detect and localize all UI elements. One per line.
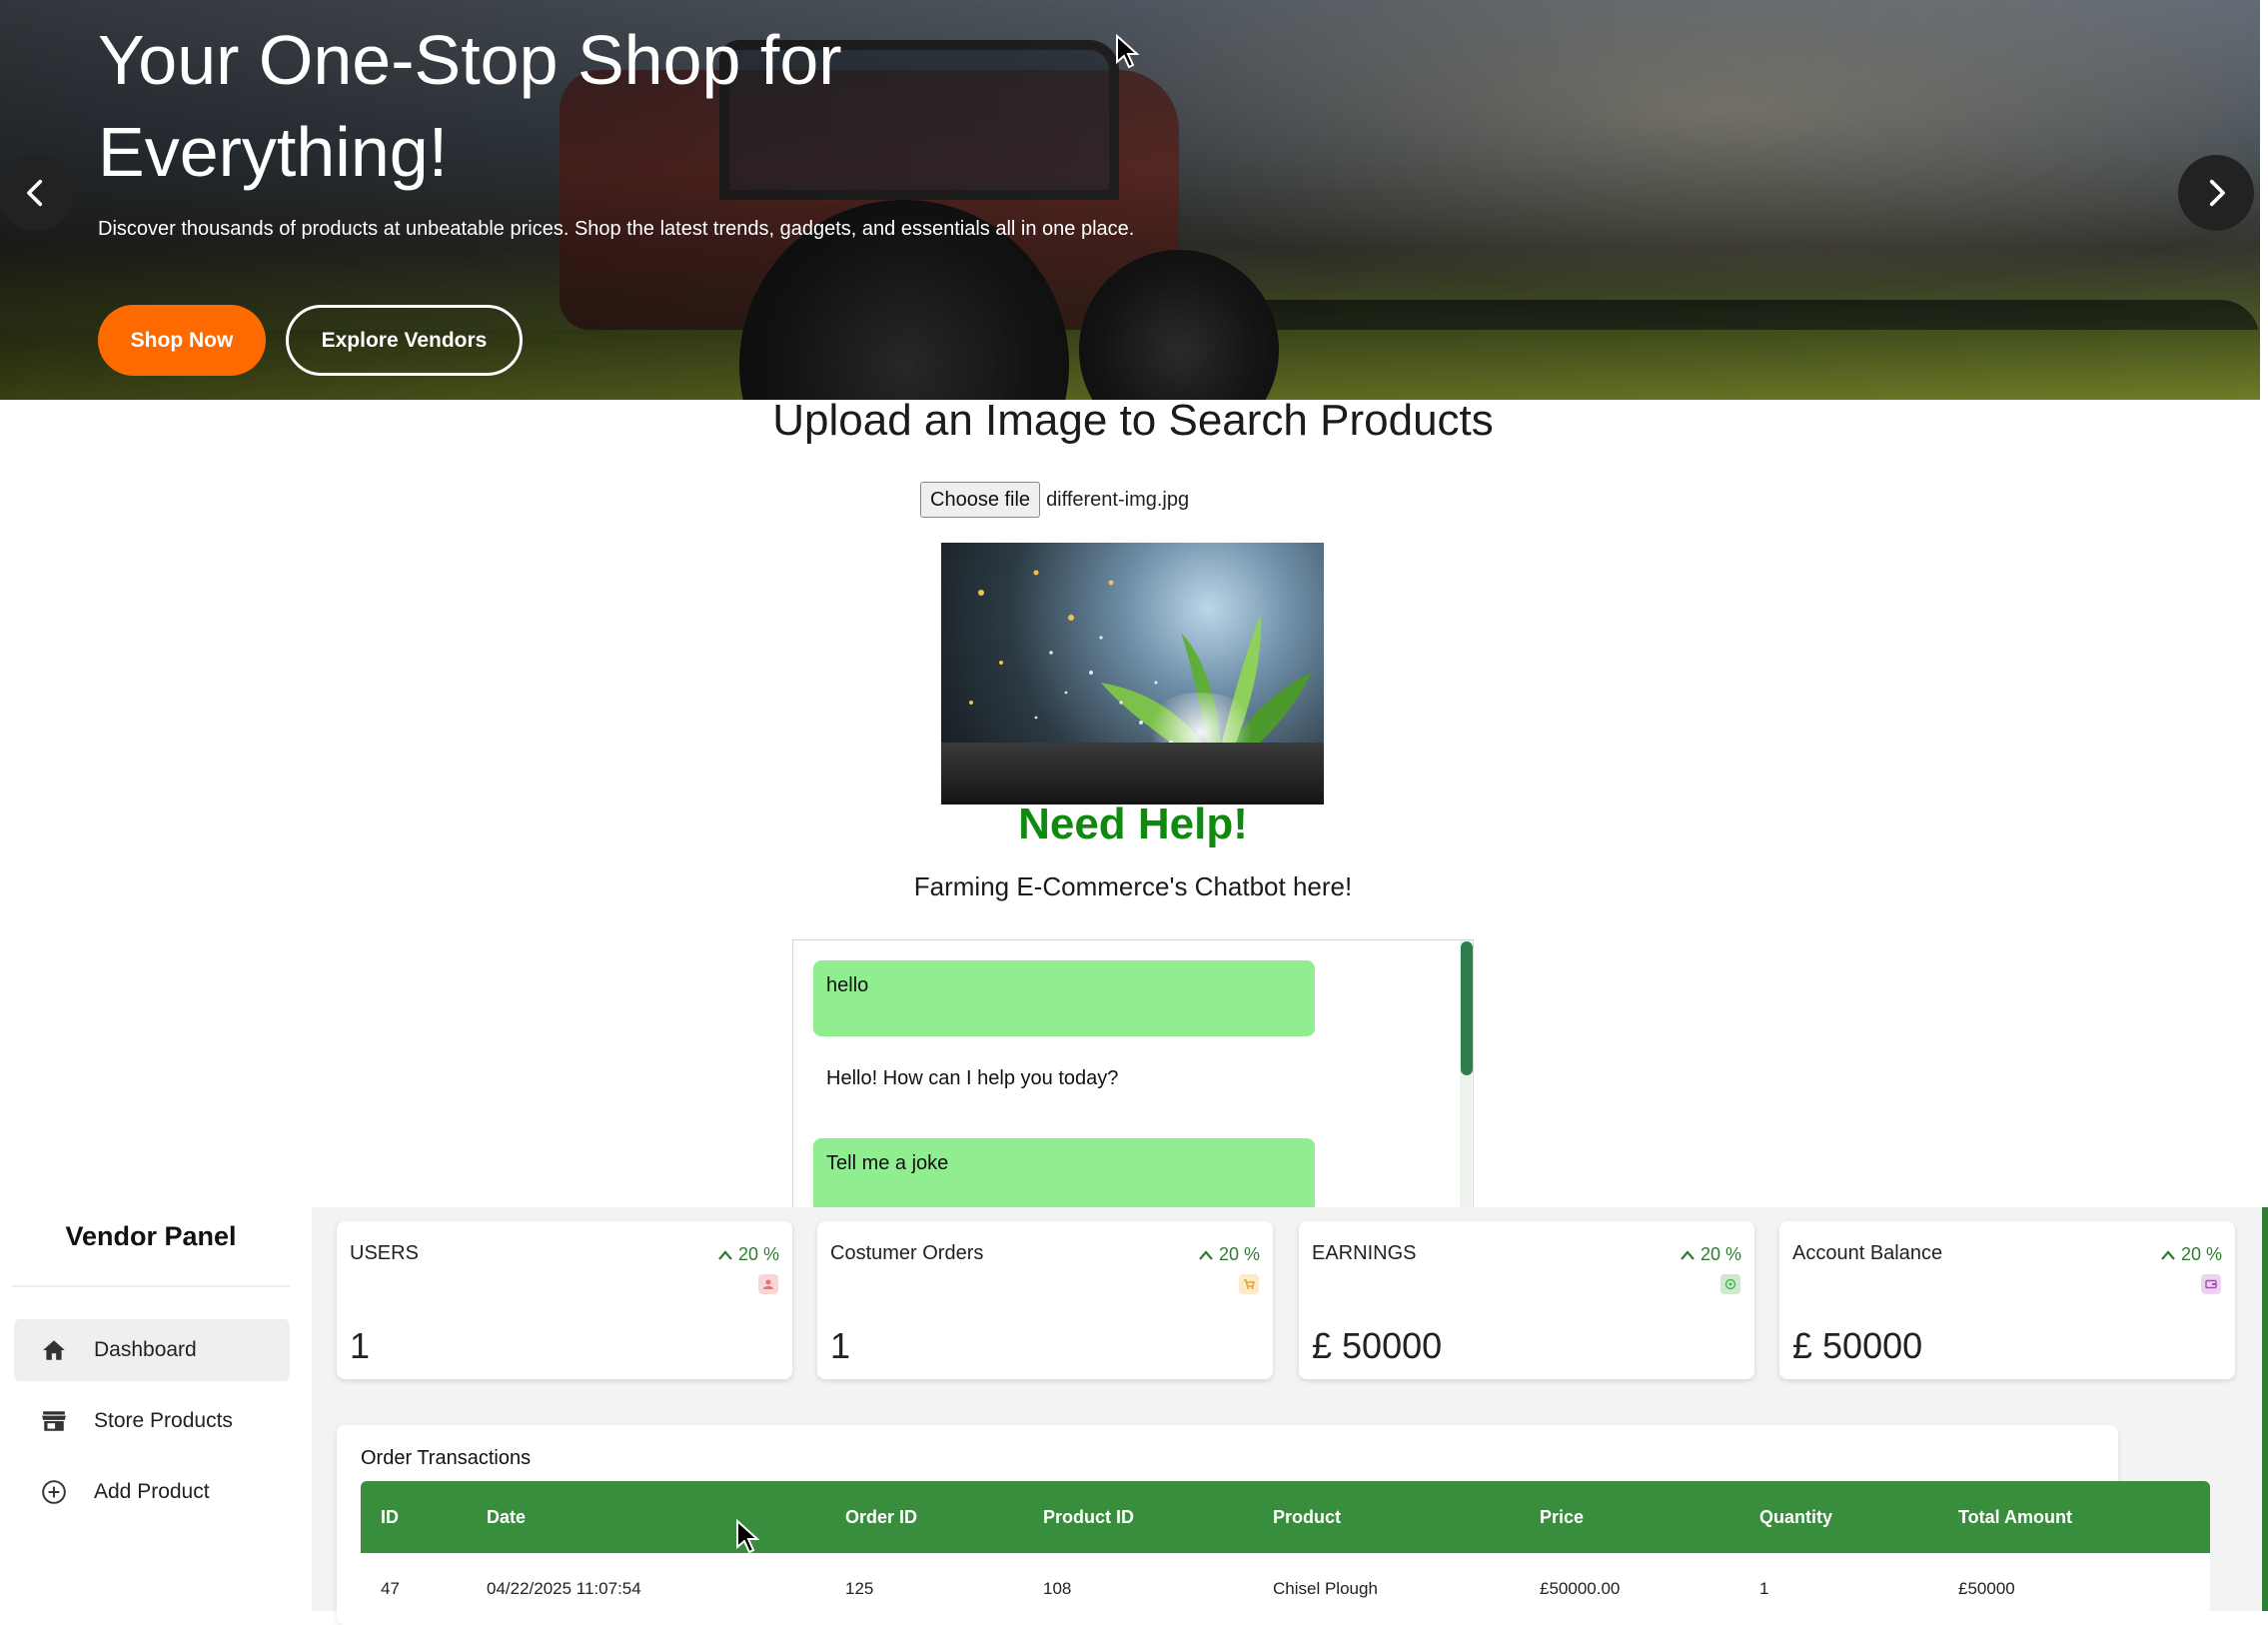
sidebar-item-label: Add Product: [94, 1480, 210, 1503]
sidebar-divider: [12, 1285, 290, 1287]
image-search-heading: Upload an Image to Search Products: [772, 396, 1494, 445]
hero-title: Your One-Stop Shop for Everything!: [98, 21, 842, 191]
stat-card-account-balance: Account Balance 20 % £ 50000: [1779, 1221, 2235, 1379]
table-header-cell[interactable]: Total Amount: [1958, 1507, 2072, 1528]
chat-message-user: Tell me a joke: [813, 1138, 1315, 1210]
stat-value: 1: [830, 1325, 851, 1366]
money-icon: [1720, 1274, 1740, 1294]
order-transactions-card: Order Transactions ID Date Order ID Prod…: [337, 1425, 2210, 1625]
hero-subtitle: Discover thousands of products at unbeat…: [98, 218, 1135, 240]
user-icon: [758, 1274, 778, 1294]
stat-card-earnings: EARNINGS 20 % £ 50000: [1299, 1221, 1754, 1379]
table-header-cell[interactable]: Price: [1540, 1507, 1584, 1528]
stat-value: 1: [350, 1325, 371, 1366]
choose-file-button[interactable]: Choose file: [920, 482, 1041, 518]
stat-label: EARNINGS: [1312, 1242, 1417, 1264]
table-header-cell[interactable]: ID: [381, 1507, 399, 1528]
stat-label: Costumer Orders: [830, 1242, 984, 1264]
table-cell: Chisel Plough: [1273, 1579, 1378, 1598]
table-cell: £50000: [1958, 1579, 2015, 1598]
stat-label: USERS: [350, 1242, 419, 1264]
add-circle-icon: [34, 1478, 74, 1506]
chevron-up-icon: [2161, 1249, 2175, 1260]
uploaded-image-preview: [941, 543, 1324, 805]
table-header-cell[interactable]: Product ID: [1043, 1507, 1134, 1528]
wallet-icon: [2201, 1274, 2221, 1294]
chatbot-subheading: Farming E-Commerce's Chatbot here!: [913, 871, 1353, 901]
sidebar-item-dashboard[interactable]: Dashboard: [14, 1319, 290, 1381]
chevron-left-icon: [27, 179, 43, 207]
soil-image: [941, 743, 1324, 805]
table-cell: £50000.00: [1540, 1579, 1621, 1598]
chat-scrollbar-thumb[interactable]: [1461, 941, 1473, 1075]
table-header-cell[interactable]: Quantity: [1759, 1507, 1832, 1528]
stat-card-users: USERS 20 % 1: [337, 1221, 792, 1379]
cart-icon: [1239, 1274, 1259, 1294]
store-icon: [34, 1407, 74, 1435]
table-cell: 108: [1043, 1579, 1072, 1598]
stat-change: 20 %: [2161, 1244, 2222, 1265]
stat-value: £ 50000: [1312, 1325, 1443, 1366]
stat-change: 20 %: [1681, 1244, 1741, 1265]
order-transactions-title: Order Transactions: [361, 1447, 532, 1469]
mouse-cursor-icon: [1116, 34, 1140, 69]
stat-change: 20 %: [718, 1244, 779, 1265]
table-cell: 04/22/2025 11:07:54: [487, 1579, 641, 1598]
home-icon: [34, 1336, 74, 1364]
carousel-prev-button[interactable]: [0, 155, 74, 231]
stat-change: 20 %: [1199, 1244, 1260, 1265]
vendor-dashboard: Vendor Panel Dashboard Store Products Ad…: [0, 1207, 2268, 1625]
table-row[interactable]: 47 04/22/2025 11:07:54 125 108 Chisel Pl…: [361, 1553, 2210, 1625]
sidebar-title: Vendor Panel: [65, 1221, 237, 1251]
table-cell: 47: [381, 1579, 400, 1598]
shop-now-button[interactable]: Shop Now: [98, 305, 266, 376]
chevron-up-icon: [718, 1249, 732, 1260]
explore-vendors-button[interactable]: Explore Vendors: [286, 305, 523, 376]
table-header-cell[interactable]: Order ID: [845, 1507, 917, 1528]
scrollbar-accent: [2262, 1207, 2268, 1611]
chevron-up-icon: [1681, 1249, 1695, 1260]
chat-message-bot: Hello! How can I help you today?: [826, 1067, 1119, 1089]
file-upload-input[interactable]: Choose file different-img.jpg: [920, 481, 1189, 519]
stat-card-customer-orders: Costumer Orders 20 % 1: [817, 1221, 1273, 1379]
sidebar-item-label: Dashboard: [94, 1338, 197, 1361]
chat-messages-panel[interactable]: hello Hello! How can I help you today? T…: [792, 939, 1474, 1210]
vendor-sidebar: Vendor Panel Dashboard Store Products Ad…: [0, 1207, 312, 1611]
stat-change-value: 20 %: [737, 1244, 779, 1264]
chatbot-heading: Need Help!: [1018, 800, 1248, 848]
selected-file-name: different-img.jpg: [1046, 488, 1190, 511]
chat-message-user: hello: [813, 960, 1315, 1036]
table-cell: 1: [1759, 1579, 1769, 1598]
stat-label: Account Balance: [1792, 1242, 1943, 1264]
stat-change-value: 20 %: [2180, 1244, 2222, 1264]
table-header-cell[interactable]: Product: [1273, 1507, 1341, 1528]
stat-change-value: 20 %: [1218, 1244, 1260, 1264]
chevron-up-icon: [1199, 1249, 1213, 1260]
chevron-right-icon: [2209, 179, 2225, 207]
stat-value: £ 50000: [1792, 1325, 1923, 1366]
stat-change-value: 20 %: [1700, 1244, 1741, 1264]
mouse-cursor-icon: [736, 1519, 760, 1554]
carousel-next-button[interactable]: [2178, 155, 2254, 231]
table-cell: 125: [845, 1579, 874, 1598]
table-header-row: ID Date Order ID Product ID Product Pric…: [361, 1481, 2210, 1553]
sidebar-item-label: Store Products: [94, 1409, 233, 1432]
sidebar-item-store-products[interactable]: Store Products: [14, 1390, 290, 1452]
sidebar-item-add-product[interactable]: Add Product: [14, 1461, 290, 1523]
table-header-cell[interactable]: Date: [487, 1507, 526, 1528]
